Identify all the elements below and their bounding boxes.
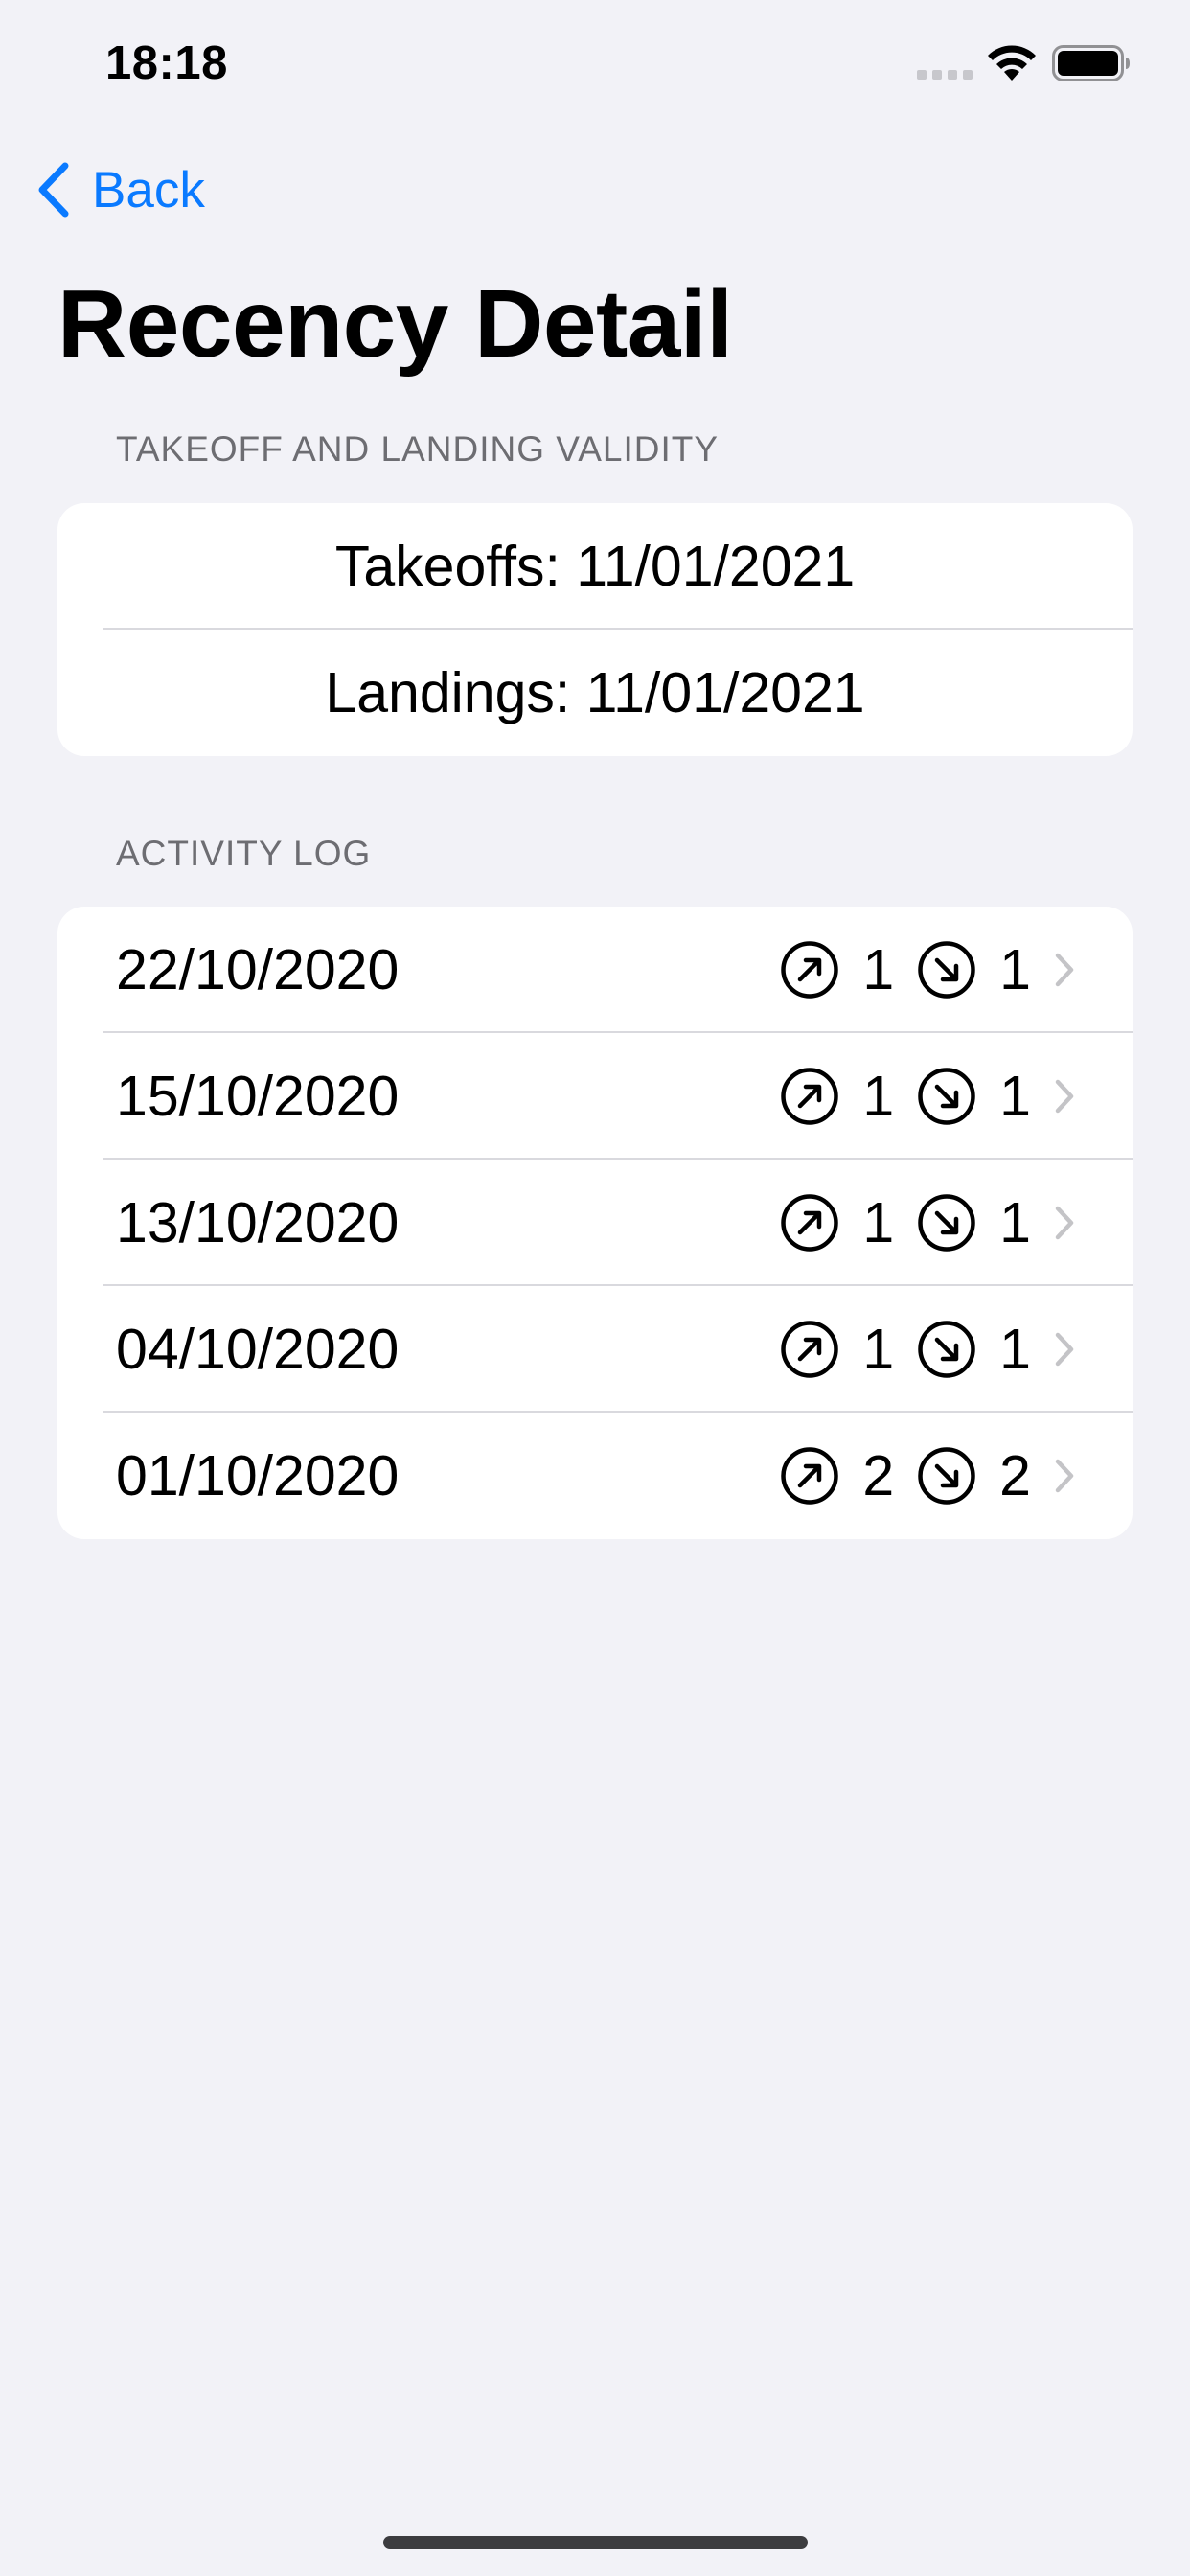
landings-validity-text: Landings: 11/01/2021 (325, 661, 865, 724)
log-counts: 1 1 (780, 1286, 1075, 1413)
wifi-icon (988, 45, 1036, 80)
cellular-signal-icon (917, 70, 973, 80)
arrow-up-right-circle-icon (781, 1447, 839, 1505)
landing-count: 1 (999, 1191, 1031, 1254)
arrow-down-right-circle-icon (918, 941, 975, 999)
log-date: 04/10/2020 (116, 1318, 400, 1381)
takeoffs-validity-text: Takeoffs: 11/01/2021 (334, 535, 856, 598)
status-bar: 18:18 (0, 0, 1190, 126)
chevron-right-icon (1055, 953, 1074, 987)
arrow-up-right-circle-icon (781, 941, 839, 999)
arrow-down-right-circle-icon (918, 1321, 975, 1378)
takeoff-count: 1 (862, 1065, 895, 1128)
takeoff-count: 1 (862, 938, 895, 1001)
landing-count: 1 (999, 938, 1031, 1001)
arrow-down-right-circle-icon (918, 1068, 975, 1125)
activity-log-row[interactable]: 01/10/2020 2 2 (57, 1413, 1133, 1539)
chevron-right-icon (1055, 1459, 1074, 1493)
validity-card: Takeoffs: 11/01/2021 Landings: 11/01/202… (57, 503, 1133, 756)
activity-log-row[interactable]: 13/10/2020 1 1 (57, 1160, 1133, 1286)
landing-count: 1 (999, 1318, 1031, 1381)
back-button-label: Back (92, 161, 205, 218)
activity-log-card: 22/10/2020 1 1 15/10/2020 1 1 13/10/2020… (57, 907, 1133, 1539)
arrow-up-right-circle-icon (781, 1321, 839, 1378)
log-date: 13/10/2020 (116, 1191, 400, 1254)
chevron-right-icon (1055, 1332, 1074, 1367)
chevron-right-icon (1055, 1079, 1074, 1114)
log-counts: 1 1 (780, 1033, 1075, 1160)
takeoff-count: 2 (862, 1444, 895, 1507)
battery-icon (1052, 45, 1130, 81)
arrow-down-right-circle-icon (918, 1447, 975, 1505)
status-time: 18:18 (105, 37, 228, 89)
arrow-up-right-circle-icon (781, 1068, 839, 1125)
log-date: 01/10/2020 (116, 1444, 400, 1507)
takeoff-count: 1 (862, 1191, 895, 1254)
log-date: 15/10/2020 (116, 1065, 400, 1128)
validity-section-header: TAKEOFF AND LANDING VALIDITY (116, 429, 720, 469)
chevron-left-icon (38, 162, 69, 218)
landings-validity-row: Landings: 11/01/2021 (57, 630, 1133, 756)
landing-count: 2 (999, 1444, 1031, 1507)
log-counts: 2 2 (780, 1413, 1075, 1539)
log-counts: 1 1 (780, 1160, 1075, 1286)
arrow-down-right-circle-icon (918, 1194, 975, 1252)
activity-log-row[interactable]: 04/10/2020 1 1 (57, 1286, 1133, 1413)
activity-log-row[interactable]: 15/10/2020 1 1 (57, 1033, 1133, 1160)
log-date: 22/10/2020 (116, 938, 400, 1001)
activity-log-row[interactable]: 22/10/2020 1 1 (57, 907, 1133, 1033)
takeoffs-validity-row: Takeoffs: 11/01/2021 (57, 503, 1133, 630)
chevron-right-icon (1055, 1206, 1074, 1240)
home-indicator[interactable] (383, 2536, 808, 2549)
arrow-up-right-circle-icon (781, 1194, 839, 1252)
back-button[interactable]: Back (34, 155, 205, 224)
takeoff-count: 1 (862, 1318, 895, 1381)
landing-count: 1 (999, 1065, 1031, 1128)
page-title: Recency Detail (57, 270, 733, 378)
activity-section-header: ACTIVITY LOG (116, 834, 372, 873)
log-counts: 1 1 (780, 907, 1075, 1033)
